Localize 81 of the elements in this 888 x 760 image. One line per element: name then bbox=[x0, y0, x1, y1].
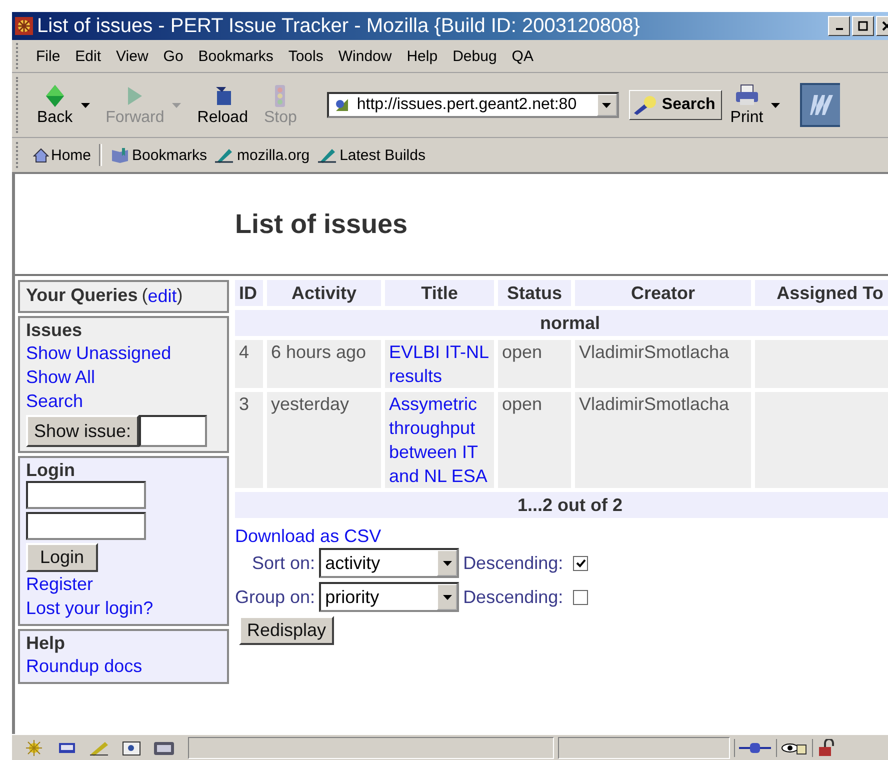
column-header[interactable]: ID bbox=[235, 280, 263, 306]
table-cell: 3 bbox=[235, 392, 263, 488]
column-header[interactable]: Activity bbox=[267, 280, 381, 306]
table-cell: VladimirSmotlacha bbox=[575, 340, 751, 388]
url-field[interactable]: http://issues.pert.geant2.net:80 bbox=[326, 92, 619, 118]
redisplay-button[interactable]: Redisplay bbox=[239, 616, 334, 645]
connection-icon bbox=[734, 738, 772, 756]
table-cell: 4 bbox=[235, 340, 263, 388]
page-heading: List of issues bbox=[235, 208, 408, 240]
table-cell: open bbox=[498, 340, 571, 388]
menu-item[interactable]: Window bbox=[331, 48, 400, 64]
select-field[interactable]: activity bbox=[319, 548, 460, 578]
menu-item[interactable]: Tools bbox=[281, 48, 332, 64]
checkbox[interactable] bbox=[573, 590, 588, 604]
pagination-info: 1...2 out of 2 bbox=[235, 492, 888, 518]
dropdown-arrow-icon bbox=[442, 594, 452, 600]
maximize-button[interactable] bbox=[852, 16, 874, 36]
sidebar-link[interactable]: Show Unassigned bbox=[26, 341, 172, 365]
house-icon bbox=[33, 147, 49, 163]
username-field[interactable] bbox=[26, 481, 146, 509]
menu-item[interactable]: Go bbox=[156, 48, 192, 64]
download-csv-link[interactable]: Download as CSV bbox=[235, 524, 382, 548]
panel-title: Login bbox=[26, 460, 75, 481]
field-label: Descending: bbox=[463, 586, 564, 608]
throbber-logo-icon bbox=[800, 83, 840, 127]
bookmark-icon bbox=[215, 147, 236, 163]
select-field[interactable]: priority bbox=[319, 582, 460, 612]
bookmarks-button[interactable]: Bookmarks bbox=[106, 146, 212, 164]
menu-item[interactable]: Debug bbox=[446, 48, 505, 64]
parenthesis: ( bbox=[142, 285, 148, 306]
field-label: Descending: bbox=[463, 552, 564, 574]
checkbox[interactable] bbox=[573, 556, 588, 570]
bookmark-icon bbox=[318, 147, 338, 163]
dropdown-arrow-icon[interactable] bbox=[771, 102, 780, 108]
table-cell: open bbox=[498, 392, 571, 488]
back-button[interactable]: Back bbox=[29, 81, 81, 129]
menu-item[interactable]: View bbox=[109, 48, 156, 64]
issue-number-field[interactable] bbox=[139, 415, 208, 447]
table-cell: VladimirSmotlacha bbox=[575, 392, 751, 488]
maximize-icon bbox=[858, 21, 868, 31]
panel-title: Issues bbox=[26, 320, 82, 341]
menu-item[interactable]: QA bbox=[504, 48, 542, 64]
column-header[interactable]: Status bbox=[498, 280, 571, 306]
field-label: Sort on: bbox=[251, 552, 316, 574]
bookmark-link[interactable]: Latest Builds bbox=[314, 146, 430, 164]
panel-title: Help bbox=[26, 633, 66, 654]
minimize-button[interactable] bbox=[828, 16, 850, 36]
print-button[interactable]: Print bbox=[722, 81, 772, 129]
column-header[interactable]: Title bbox=[385, 280, 494, 306]
menu-item[interactable]: Edit bbox=[68, 48, 110, 64]
menu-item[interactable]: Bookmarks bbox=[191, 48, 282, 64]
show-issue-button[interactable]: Show issue: bbox=[26, 415, 140, 447]
home-button[interactable]: Home bbox=[29, 146, 96, 164]
sidebar-link[interactable]: Show All bbox=[26, 365, 96, 389]
eye-icon bbox=[776, 738, 808, 756]
menu-item[interactable]: Help bbox=[400, 48, 446, 64]
search-button[interactable]: Search bbox=[628, 90, 722, 120]
group-header: normal bbox=[235, 310, 888, 336]
field-label: Group on: bbox=[235, 586, 316, 608]
login-button[interactable]: Login bbox=[26, 543, 98, 572]
column-header[interactable]: Creator bbox=[575, 280, 751, 306]
window-title: List of issues - PERT Issue Tracker - Mozilla {Build ID: 2003120808} bbox=[37, 14, 640, 38]
table-cell: 6 hours ago bbox=[267, 340, 381, 388]
column-header[interactable]: Assigned To bbox=[755, 280, 888, 306]
sidebar-link[interactable]: Search bbox=[26, 389, 84, 413]
sidebar-link[interactable]: Register bbox=[26, 572, 94, 596]
parenthesis: ) bbox=[176, 285, 183, 306]
edit-link[interactable]: edit bbox=[148, 284, 177, 308]
dropdown-arrow-icon[interactable] bbox=[80, 102, 90, 108]
minimize-icon bbox=[836, 28, 842, 30]
menu-item[interactable]: File bbox=[29, 48, 68, 64]
dropdown-arrow-icon bbox=[442, 560, 452, 566]
bookmark-link[interactable]: mozilla.org bbox=[211, 146, 314, 164]
sidebar-link[interactable]: Lost your login? bbox=[26, 596, 154, 620]
book-icon bbox=[110, 147, 130, 163]
reload-button[interactable]: Reload bbox=[189, 81, 256, 129]
app-icon bbox=[14, 16, 34, 36]
password-field[interactable] bbox=[26, 512, 146, 540]
panel-title: Your Queries bbox=[26, 285, 138, 306]
table-cell: yesterday bbox=[267, 392, 381, 488]
sidebar-link[interactable]: Roundup docs bbox=[26, 654, 142, 678]
